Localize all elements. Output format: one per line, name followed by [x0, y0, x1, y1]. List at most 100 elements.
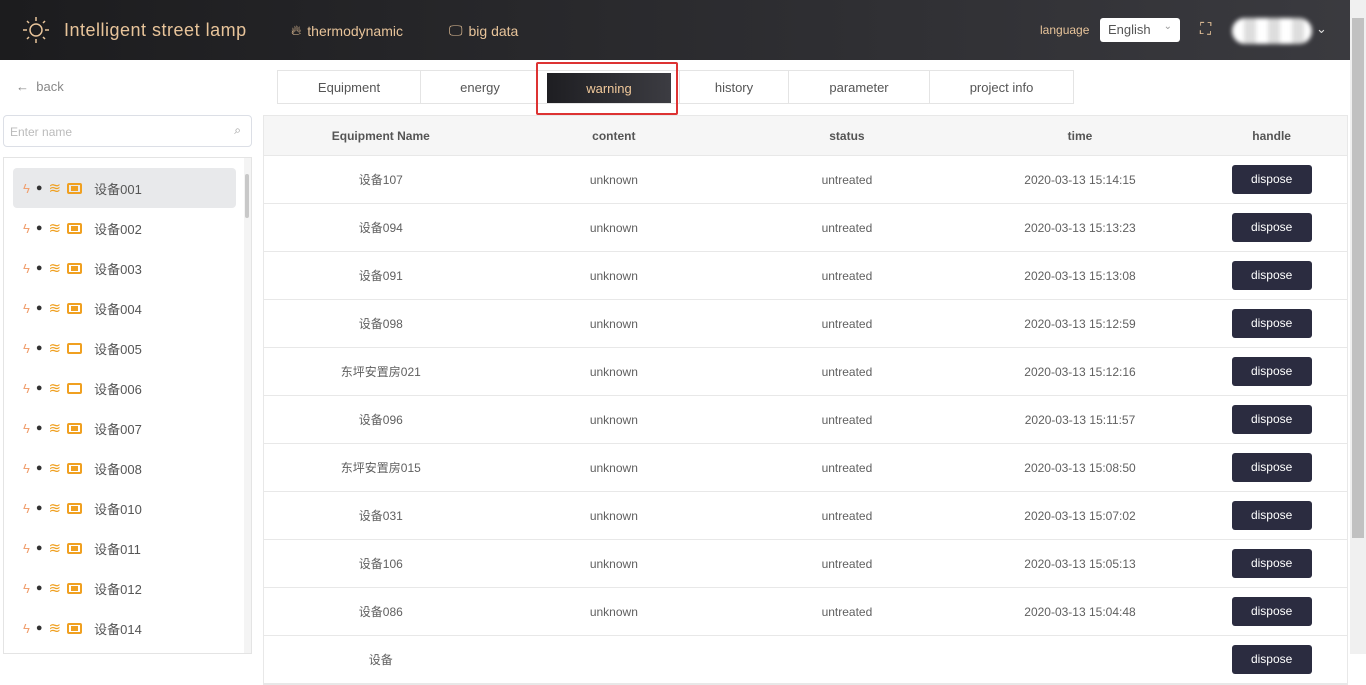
- cell: unknown: [589, 412, 638, 427]
- bulb-icon: ●: [35, 622, 43, 634]
- app-title: Intelligent street lamp: [64, 20, 247, 40]
- battery-icon: [67, 582, 83, 594]
- device-list-item[interactable]: ϟ ● ≋ 设备007: [13, 408, 236, 448]
- table-row: 设备106 unknown untreated 2020-03-13 15:05:13…: [264, 540, 1347, 588]
- dispose-button[interactable]: dispose: [1231, 213, 1312, 242]
- nav-big-data[interactable]: 🖵 big data: [449, 22, 518, 39]
- wifi-icon: ≋: [48, 620, 62, 637]
- device-list-item[interactable]: ϟ ● ≋ 设备012: [13, 568, 236, 608]
- wifi-icon: ≋: [48, 540, 62, 557]
- tab-energy[interactable]: energy: [421, 71, 539, 103]
- battery-icon: [67, 342, 83, 354]
- table-row: 设备096 unknown untreated 2020-03-13 15:11:57…: [264, 396, 1347, 444]
- bulb-icon: ●: [35, 222, 43, 234]
- flame-icon: 🔥︎: [291, 22, 302, 38]
- user-avatar-blurred[interactable]: [1232, 18, 1312, 44]
- lightning-icon: ϟ: [23, 300, 30, 316]
- fullscreen-icon[interactable]: ⛶: [1200, 21, 1211, 39]
- lightning-icon: ϟ: [23, 580, 30, 596]
- tab-parameter[interactable]: parameter: [789, 71, 930, 103]
- cell: 2020-03-13 15:12:59: [1024, 316, 1136, 331]
- nav-thermodynamic[interactable]: 🔥︎ thermodynamic: [291, 22, 403, 39]
- cell: untreated: [821, 508, 873, 523]
- dispose-button[interactable]: dispose: [1231, 357, 1312, 386]
- lightning-icon: ϟ: [23, 340, 30, 356]
- cell: unknown: [589, 556, 638, 571]
- wifi-icon: ≋: [48, 380, 62, 397]
- user-chevron-down-icon[interactable]: ⌄: [1316, 21, 1327, 37]
- bulb-icon: ●: [35, 462, 43, 474]
- lightning-icon: ϟ: [23, 260, 30, 276]
- cell: 2020-03-13 15:12:16: [1024, 364, 1136, 379]
- cell: unknown: [589, 268, 638, 283]
- language-select[interactable]: English ⌄: [1100, 18, 1180, 42]
- back-link[interactable]: ← back: [16, 79, 64, 94]
- cell: 2020-03-13 15:13:08: [1024, 268, 1136, 283]
- language-label: language: [1040, 23, 1090, 37]
- table-row: 设备031 unknown untreated 2020-03-13 15:07:02…: [264, 492, 1347, 540]
- cell: untreated: [821, 316, 873, 331]
- tab-project-info[interactable]: project info: [930, 71, 1073, 103]
- table-row: 东坪安置房021 unknown untreated 2020-03-13 15:12…: [264, 348, 1347, 396]
- dispose-button[interactable]: dispose: [1231, 261, 1312, 290]
- cell: untreated: [821, 364, 873, 379]
- cell: untreated: [821, 556, 873, 571]
- device-list-item[interactable]: ϟ ● ≋ 设备010: [13, 488, 236, 528]
- top-header: Intelligent street lamp 🔥︎ thermodynamic …: [0, 0, 1350, 60]
- cell: 2020-03-13 15:14:15: [1024, 172, 1136, 187]
- lightning-icon: ϟ: [23, 380, 30, 396]
- battery-icon: [67, 182, 83, 194]
- cell: untreated: [821, 412, 873, 427]
- dispose-button[interactable]: dispose: [1231, 549, 1312, 578]
- cell: 设备094: [358, 221, 403, 235]
- dispose-button[interactable]: dispose: [1231, 405, 1312, 434]
- dispose-button[interactable]: dispose: [1231, 501, 1312, 530]
- cell: untreated: [821, 220, 873, 235]
- cell: 设备096: [358, 413, 403, 427]
- device-list-item[interactable]: ϟ ● ≋ 设备002: [13, 208, 236, 248]
- device-list-item[interactable]: ϟ ● ≋ 设备006: [13, 368, 236, 408]
- page-scrollbar[interactable]: [1350, 0, 1366, 654]
- dispose-button[interactable]: dispose: [1231, 165, 1312, 194]
- lightning-icon: ϟ: [23, 460, 30, 476]
- cell: untreated: [821, 460, 873, 475]
- cell: unknown: [589, 220, 638, 235]
- bulb-icon: ●: [35, 342, 43, 354]
- device-list-item[interactable]: ϟ ● ≋ 设备014: [13, 608, 236, 648]
- list-scrollbar[interactable]: [244, 158, 251, 653]
- device-list-item[interactable]: ϟ ● ≋ 设备001: [13, 168, 236, 208]
- tab-history[interactable]: history: [679, 71, 789, 103]
- device-list-item[interactable]: ϟ ● ≋ 设备004: [13, 288, 236, 328]
- cell: 设备098: [358, 317, 403, 331]
- wifi-icon: ≋: [48, 220, 62, 237]
- device-list-item[interactable]: ϟ ● ≋ 设备005: [13, 328, 236, 368]
- wifi-icon: ≋: [48, 420, 62, 437]
- cell: untreated: [821, 172, 873, 187]
- table-row: 设备107 unknown untreated 2020-03-13 15:14:15…: [264, 156, 1347, 204]
- device-list-item[interactable]: ϟ ● ≋ 设备011: [13, 528, 236, 568]
- wifi-icon: ≋: [48, 460, 62, 477]
- cell: 2020-03-13 15:07:02: [1024, 508, 1136, 523]
- warning-table: Equipment Name content status time handl…: [263, 115, 1348, 685]
- arrow-left-icon: ←: [16, 79, 37, 94]
- battery-icon: [67, 222, 83, 234]
- dispose-button[interactable]: dispose: [1231, 597, 1312, 626]
- dispose-button[interactable]: dispose: [1231, 453, 1312, 482]
- wifi-icon: ≋: [48, 340, 62, 357]
- bulb-icon: ●: [35, 422, 43, 434]
- cell: 设备106: [358, 557, 403, 571]
- cell: 2020-03-13 15:11:57: [1024, 412, 1136, 427]
- table-row: 设备 dispose: [264, 636, 1347, 684]
- tab-equipment[interactable]: Equipment: [278, 71, 421, 103]
- dispose-button[interactable]: dispose: [1231, 309, 1312, 338]
- cell: 东坪安置房021: [340, 365, 421, 379]
- battery-icon: [67, 262, 83, 274]
- search-input[interactable]: Enter name ⌕: [3, 115, 252, 147]
- cell: 2020-03-13 15:08:50: [1024, 460, 1136, 475]
- cell: unknown: [589, 508, 638, 523]
- device-list-item[interactable]: ϟ ● ≋ 设备003: [13, 248, 236, 288]
- battery-icon: [67, 462, 83, 474]
- dispose-button[interactable]: dispose: [1231, 645, 1312, 674]
- cell: 设备091: [358, 269, 403, 283]
- device-list-item[interactable]: ϟ ● ≋ 设备008: [13, 448, 236, 488]
